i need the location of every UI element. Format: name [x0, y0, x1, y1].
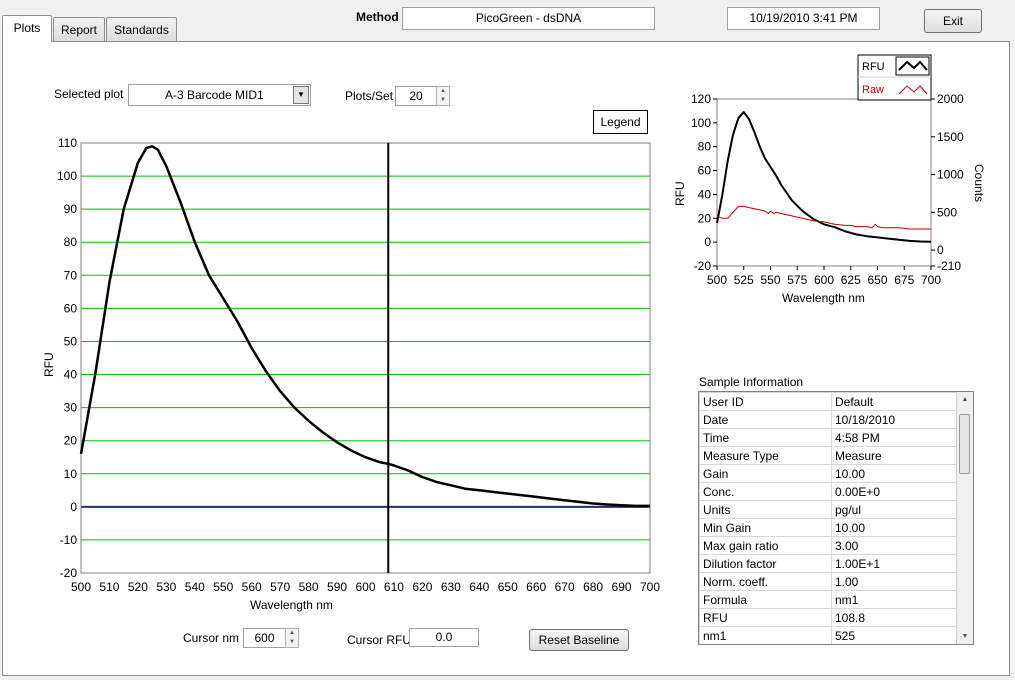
overview-x-axis-label: Wavelength nm	[782, 291, 865, 305]
overview-y-tick-label: -20	[694, 259, 712, 273]
sample-info-key: Norm. coeff.	[699, 572, 832, 591]
overview-y-axis-label: RFU	[673, 181, 687, 206]
overview-y2-tick-label: -210	[937, 259, 961, 273]
sample-info-key: Min Gain	[699, 518, 832, 537]
sample-info-value: pg/ul	[831, 500, 958, 519]
overview-y-tick-label: 60	[698, 164, 712, 178]
overview-y2-axis-label: Counts	[972, 164, 986, 202]
sample-info-value: Measure	[831, 446, 958, 465]
sample-info-row[interactable]: Gain 10.00	[699, 464, 958, 483]
sample-info-key: nm1	[699, 626, 832, 644]
sample-info-value: 108.8	[831, 608, 958, 627]
overview-x-tick-label: 550	[760, 273, 780, 287]
sample-info-row[interactable]: Formula nm1	[699, 590, 958, 609]
sample-info-value: 10.00	[831, 464, 958, 483]
overview-x-tick-label: 600	[814, 273, 834, 287]
scroll-down-icon[interactable]: ▼	[957, 629, 973, 644]
sample-info-value: Default	[831, 392, 958, 411]
cursor-rfu-field: 0.0	[409, 628, 479, 647]
sample-info-row[interactable]: Dilution factor 1.00E+1	[699, 554, 958, 573]
sample-info-key: Conc.	[699, 482, 832, 501]
scroll-thumb[interactable]	[959, 414, 970, 474]
sample-info-key: Max gain ratio	[699, 536, 832, 555]
sample-info-value: 4:58 PM	[831, 428, 958, 447]
overview-x-tick-label: 675	[894, 273, 914, 287]
overview-y2-tick-label: 500	[937, 205, 957, 219]
legend-rfu-label: RFU	[862, 61, 885, 73]
overview-y-tick-label: 0	[704, 235, 711, 249]
overview-y-tick-label: 120	[691, 92, 711, 106]
cursor-rfu-label: Cursor RFU	[347, 633, 412, 647]
sample-info-key: Dilution factor	[699, 554, 832, 573]
sample-info-scrollbar[interactable]: ▲ ▼	[956, 392, 973, 644]
sample-info-value: 1.00E+1	[831, 554, 958, 573]
scroll-up-icon[interactable]: ▲	[957, 392, 973, 407]
legend-raw-label: Raw	[862, 84, 884, 96]
overview-x-tick-label: 625	[841, 273, 861, 287]
cursor-nm-stepper[interactable]: ▲ ▼	[285, 628, 299, 648]
sample-info-value: 1.00	[831, 572, 958, 591]
sample-info-key: Time	[699, 428, 832, 447]
overview-y-tick-label: 40	[698, 187, 712, 201]
sample-info-row[interactable]: User ID Default	[699, 392, 958, 411]
sample-info-row[interactable]: nm1 525	[699, 626, 958, 644]
overview-y2-tick-label: 1500	[937, 130, 964, 144]
sample-info-value: 525	[831, 626, 958, 644]
sample-info-row[interactable]: Date 10/18/2010	[699, 410, 958, 429]
sample-info-row[interactable]: Conc. 0.00E+0	[699, 482, 958, 501]
sample-info-row[interactable]: Measure Type Measure	[699, 446, 958, 465]
sample-info-row[interactable]: Min Gain 10.00	[699, 518, 958, 537]
sample-info-key: Date	[699, 410, 832, 429]
overview-y2-tick-label: 1000	[937, 168, 964, 182]
sample-info-value: 10.00	[831, 518, 958, 537]
cursor-nm-label: Cursor nm	[183, 631, 240, 645]
sample-info-value: 0.00E+0	[831, 482, 958, 501]
spin-up-icon[interactable]: ▲	[286, 629, 298, 638]
spin-down-icon[interactable]: ▼	[286, 638, 298, 647]
overview-x-tick-label: 525	[734, 273, 754, 287]
overview-y-tick-label: 100	[691, 116, 711, 130]
overview-plot-frame	[716, 98, 932, 267]
sample-info-key: Formula	[699, 590, 832, 609]
overview-x-tick-label: 650	[867, 273, 887, 287]
overview-y2-tick-label: 2000	[937, 92, 964, 106]
sample-info-value: 3.00	[831, 536, 958, 555]
overview-x-tick-label: 575	[787, 273, 807, 287]
sample-info-value: nm1	[831, 590, 958, 609]
sample-info-key: Measure Type	[699, 446, 832, 465]
sample-info-key: Units	[699, 500, 832, 519]
overview-y2-tick-label: 0	[937, 243, 944, 257]
sample-info-value: 10/18/2010	[831, 410, 958, 429]
overview-x-tick-label: 500	[707, 273, 727, 287]
sample-info-row[interactable]: Units pg/ul	[699, 500, 958, 519]
sample-info-key: Gain	[699, 464, 832, 483]
sample-info-row[interactable]: Max gain ratio 3.00	[699, 536, 958, 555]
sample-info-key: User ID	[699, 392, 832, 411]
overview-x-tick-label: 700	[921, 273, 941, 287]
sample-info-table[interactable]: User ID Default Date 10/18/2010 Time 4:58 PM M…	[698, 391, 974, 645]
sample-info-row[interactable]: Norm. coeff. 1.00	[699, 572, 958, 591]
sample-info-key: RFU	[699, 608, 832, 627]
sample-info-row[interactable]: Time 4:58 PM	[699, 428, 958, 447]
overview-y-tick-label: 80	[698, 140, 712, 154]
reset-baseline-button[interactable]: Reset Baseline	[529, 629, 629, 651]
cursor-nm-input[interactable]: 600	[243, 628, 286, 648]
sample-info-row[interactable]: RFU 108.8	[699, 608, 958, 627]
sample-info-title: Sample Information	[699, 375, 804, 389]
tab-plots[interactable]: Plots	[2, 15, 52, 42]
overview-y-tick-label: 20	[698, 211, 712, 225]
